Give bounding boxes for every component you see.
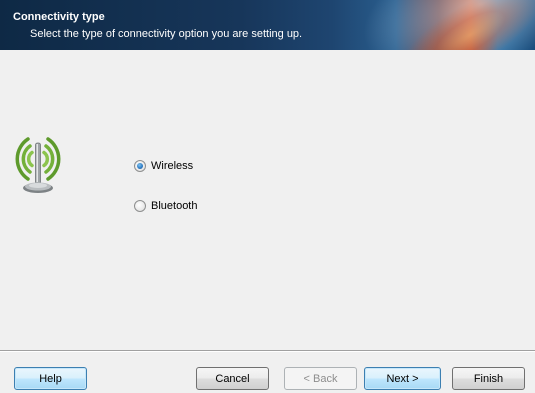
- footer-divider: [0, 350, 535, 352]
- help-button[interactable]: Help: [14, 367, 87, 390]
- back-button[interactable]: < Back: [284, 367, 357, 390]
- radio-button[interactable]: [134, 200, 146, 212]
- page-title: Connectivity type: [13, 11, 105, 23]
- page-subtitle: Select the type of connectivity option y…: [30, 28, 303, 40]
- wizard-header: Connectivity type Select the type of con…: [0, 0, 535, 50]
- radio-bluetooth-label: Bluetooth: [151, 200, 198, 212]
- radio-button-selected[interactable]: [134, 160, 146, 172]
- cancel-button[interactable]: Cancel: [196, 367, 269, 390]
- next-button[interactable]: Next >: [364, 367, 441, 390]
- radio-wireless-label: Wireless: [151, 160, 194, 172]
- wireless-antenna-icon: [8, 133, 72, 195]
- radio-wireless[interactable]: Wireless: [134, 158, 193, 174]
- header-decoration: [423, 0, 535, 50]
- finish-button[interactable]: Finish: [452, 367, 525, 390]
- radio-bluetooth[interactable]: Bluetooth: [134, 198, 197, 214]
